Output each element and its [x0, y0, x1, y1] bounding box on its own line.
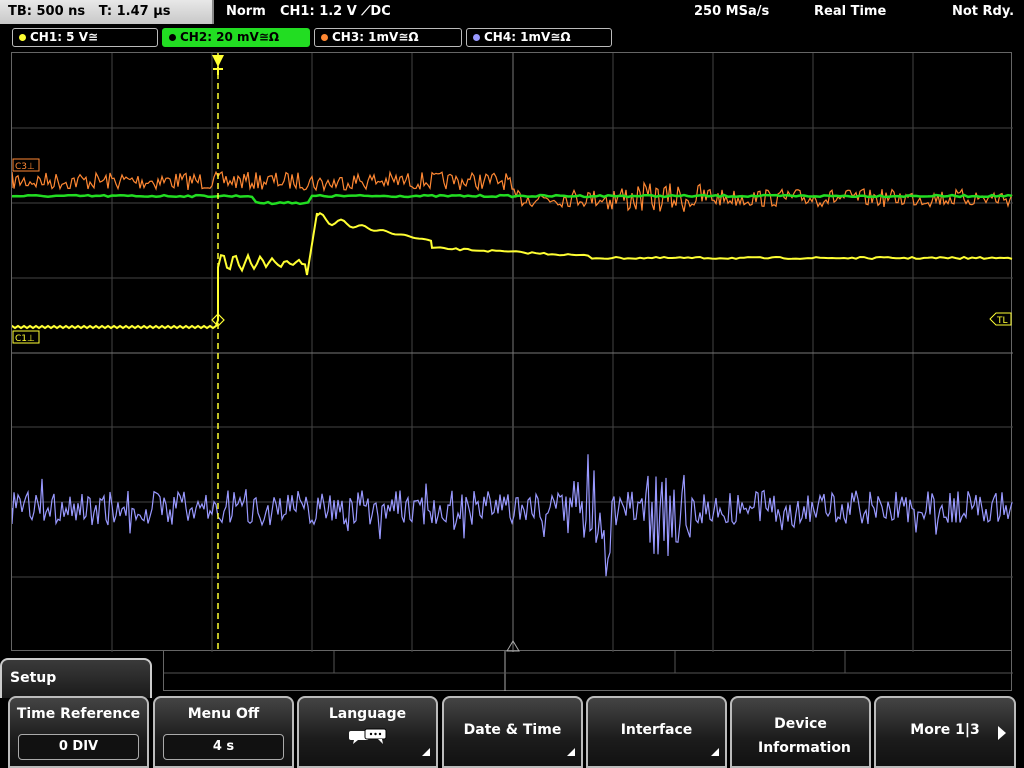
ch3-label: CH3: 1mV≅Ω [332, 30, 419, 44]
c1-marker-label: C1⊥ [15, 334, 35, 344]
trigger-level-label: TL [996, 316, 1008, 326]
time-reference-label: Time Reference [16, 706, 141, 722]
ch2-trace [12, 193, 1013, 206]
arrow-right-icon [998, 726, 1006, 740]
menu-off-button[interactable]: Menu Off 4 s [153, 696, 294, 768]
tab-ch3[interactable]: CH3: 1mV≅Ω [314, 28, 462, 47]
tab-ch2[interactable]: CH2: 20 mV≅Ω [162, 28, 310, 47]
zoom-area [163, 651, 1013, 691]
ch4-trace [12, 454, 1013, 577]
tab-ch1[interactable]: CH1: 5 V≅ [12, 28, 158, 47]
ch2-label: CH2: 20 mV≅Ω [180, 30, 280, 44]
device-information-label: Device Information [758, 716, 851, 756]
timebase-readout[interactable]: TB: 500 ns T: 1.47 µs [0, 0, 214, 24]
date-time-button[interactable]: Date & Time [442, 696, 583, 768]
trigger-time-label: T: 1.47 µs [98, 4, 171, 19]
device-information-button[interactable]: Device Information [730, 696, 871, 768]
ch3-dot-icon [321, 34, 328, 41]
c3-marker-label: C3⊥ [15, 162, 35, 172]
ch3-trace [12, 170, 1013, 212]
c3-marker[interactable]: C3⊥ [12, 158, 40, 172]
submenu-indicator-icon [711, 748, 719, 756]
trigger-position-marker-icon [212, 55, 224, 67]
sample-rate: 250 MSa/s [694, 4, 770, 19]
speech-bubble-icon [348, 728, 386, 744]
acquisition-state: Not Rdy. [952, 4, 1015, 19]
interface-label: Interface [620, 722, 693, 738]
language-label: Language [328, 706, 407, 722]
trigger-level-marker[interactable]: TL [989, 312, 1012, 326]
language-button[interactable]: Language [297, 696, 438, 768]
date-time-label: Date & Time [463, 722, 562, 738]
center-marker-icon [506, 640, 520, 652]
trigger-source[interactable]: CH1: 1.2 V ⟋DC [280, 0, 391, 24]
ch2-dot-icon [169, 34, 176, 41]
ch1-dot-icon [19, 34, 26, 41]
more-button[interactable]: More 1|3 [874, 696, 1016, 768]
time-reference-value: 0 DIV [18, 734, 139, 760]
menu-off-value: 4 s [163, 734, 284, 760]
status-bar: TB: 500 ns T: 1.47 µs Norm CH1: 1.2 V ⟋D… [0, 0, 1024, 24]
acquisition-mode: Real Time [814, 4, 887, 19]
ch4-dot-icon [473, 34, 480, 41]
ch1-trace [12, 211, 1013, 330]
tab-ch4[interactable]: CH4: 1mV≅Ω [466, 28, 612, 47]
ch4-label: CH4: 1mV≅Ω [484, 30, 571, 44]
trigger-mode[interactable]: Norm [226, 0, 266, 24]
interface-button[interactable]: Interface [586, 696, 727, 768]
menu-off-label: Menu Off [187, 706, 260, 722]
ch1-label: CH1: 5 V≅ [30, 30, 99, 44]
waveform-display[interactable]: C3⊥ C1⊥ TL [11, 52, 1013, 652]
submenu-indicator-icon [422, 748, 430, 756]
more-label: More 1|3 [910, 722, 980, 738]
time-reference-button[interactable]: Time Reference 0 DIV [8, 696, 149, 768]
softkey-menu: Time Reference 0 DIV Menu Off 4 s Langua… [0, 696, 1024, 768]
submenu-indicator-icon [567, 748, 575, 756]
c1-marker[interactable]: C1⊥ [12, 330, 40, 344]
timebase-label: TB: 500 ns [8, 4, 86, 19]
waveform-traces: C3⊥ C1⊥ TL [12, 53, 1013, 652]
menu-title: Setup [0, 658, 152, 698]
channel-tabs: CH1: 5 V≅ CH2: 20 mV≅Ω CH3: 1mV≅Ω CH4: 1… [0, 26, 1024, 48]
